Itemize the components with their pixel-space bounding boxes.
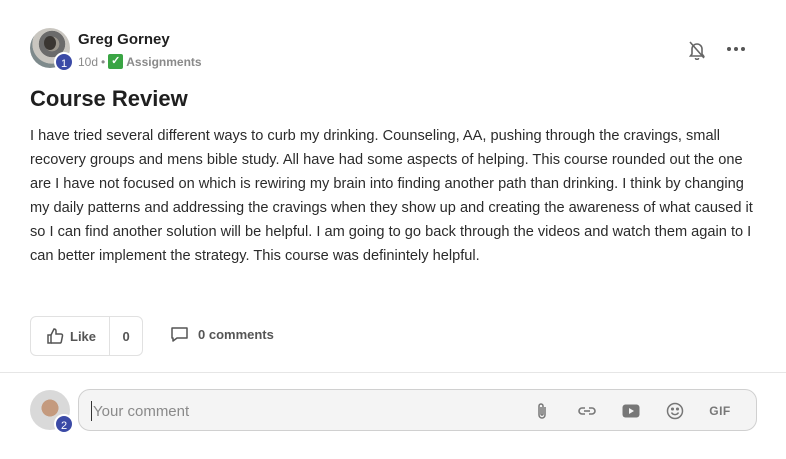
current-user-avatar[interactable]: 2 — [30, 390, 74, 434]
post-meta: 10d • ✓ Assignments — [78, 54, 202, 69]
paperclip-icon[interactable] — [532, 401, 552, 421]
comment-bubble-icon — [171, 327, 188, 342]
author-name[interactable]: Greg Gorney — [78, 31, 170, 48]
smiley-icon[interactable] — [665, 401, 685, 421]
author-level-badge: 1 — [54, 52, 74, 72]
comments-label: 0 comments — [198, 327, 274, 342]
more-options-icon[interactable] — [727, 42, 747, 56]
user-level-badge: 2 — [54, 414, 74, 434]
post-body: I have tried several different ways to c… — [30, 128, 753, 264]
comments-link[interactable]: 0 comments — [170, 326, 274, 343]
like-button[interactable]: Like — [31, 317, 111, 355]
like-count[interactable]: 0 — [110, 329, 142, 344]
check-mark-icon: ✓ — [108, 54, 124, 69]
avatar-figure — [44, 36, 56, 50]
comment-composer: GIF — [78, 389, 757, 431]
meta-separator: • — [101, 54, 106, 69]
video-play-icon[interactable] — [621, 401, 641, 421]
post-title: Course Review — [30, 86, 188, 111]
thumbs-up-icon — [47, 328, 64, 344]
post-header: 1 Greg Gorney 10d • ✓ Assignments — [30, 28, 756, 72]
like-control: Like 0 — [30, 316, 143, 356]
link-icon[interactable] — [577, 401, 597, 421]
comment-input[interactable] — [91, 401, 491, 421]
gif-button[interactable]: GIF — [707, 401, 733, 421]
divider — [0, 372, 786, 373]
bell-off-icon[interactable] — [688, 40, 706, 61]
post-category[interactable]: Assignments — [126, 55, 201, 69]
post-time: 10d — [78, 54, 99, 69]
author-avatar[interactable]: 1 — [30, 28, 74, 72]
like-label: Like — [70, 328, 97, 344]
